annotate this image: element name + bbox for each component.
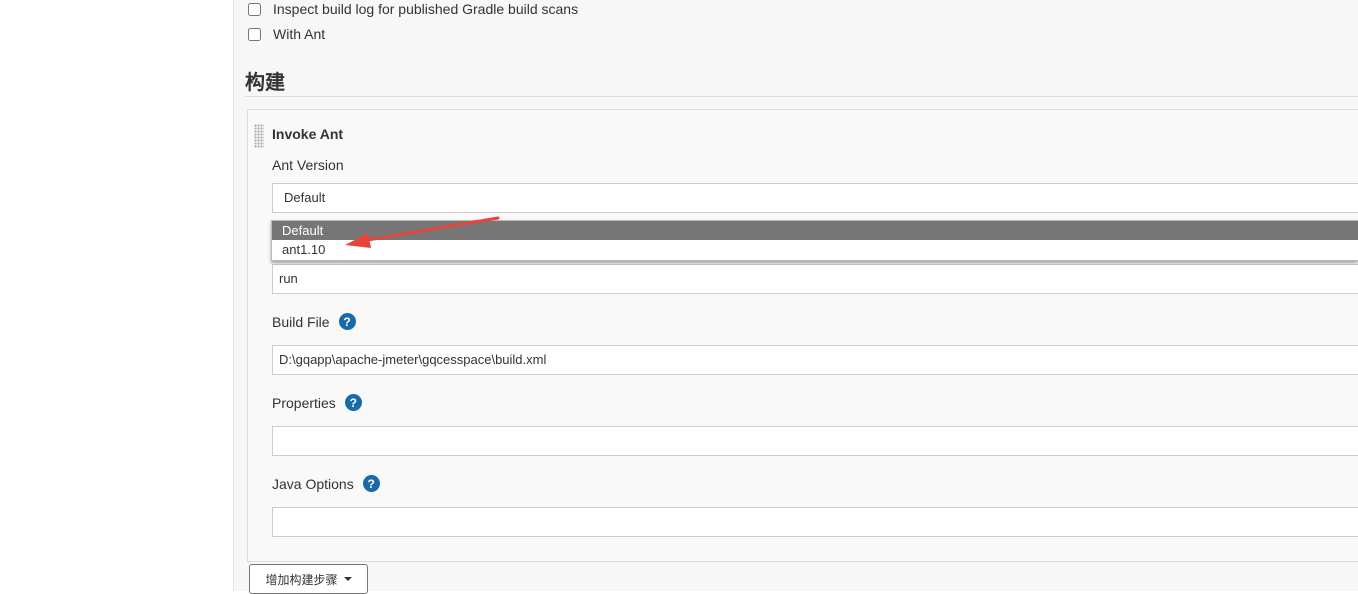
java-options-label-text: Java Options (272, 475, 354, 492)
invoke-ant-step: Invoke Ant Ant Version Default run Build… (247, 109, 1358, 562)
java-options-label: Java Options ? (272, 475, 380, 492)
inspect-gradle-label: Inspect build log for published Gradle b… (273, 1, 579, 17)
ant-version-label-text: Ant Version (272, 157, 344, 173)
add-build-step-button[interactable]: 增加构建步骤 (249, 564, 368, 594)
dropdown-option-default[interactable]: Default (272, 221, 1358, 240)
ant-version-select[interactable]: Default (272, 183, 1358, 213)
ant-version-label: Ant Version (272, 157, 344, 173)
build-file-input[interactable]: D:\gqapp\apache-jmeter\gqcesspace\build.… (272, 345, 1358, 375)
help-icon[interactable]: ? (362, 475, 380, 492)
targets-input[interactable]: run (272, 264, 1358, 294)
properties-label: Properties ? (272, 394, 362, 411)
dropdown-option-ant110[interactable]: ant1.10 (272, 240, 1358, 259)
help-icon[interactable]: ? (338, 313, 356, 330)
chevron-down-icon (343, 577, 352, 581)
with-ant-checkbox[interactable] (248, 27, 261, 41)
build-file-label-text: Build File (272, 313, 330, 330)
left-blank-area (0, 0, 233, 591)
with-ant-label: With Ant (273, 26, 326, 42)
with-ant-option[interactable]: With Ant (248, 26, 325, 42)
step-title: Invoke Ant (272, 126, 344, 142)
ant-version-dropdown: Default ant1.10 (271, 220, 1358, 261)
config-content: Inspect build log for published Gradle b… (233, 0, 1358, 594)
inspect-gradle-option[interactable]: Inspect build log for published Gradle b… (248, 1, 578, 17)
help-icon[interactable]: ? (344, 394, 362, 411)
drag-handle-icon[interactable] (254, 124, 264, 148)
inspect-gradle-checkbox[interactable] (248, 2, 261, 16)
java-options-input[interactable] (272, 507, 1358, 537)
add-build-step-label: 增加构建步骤 (265, 572, 338, 587)
section-title: 构建 (245, 66, 1358, 97)
properties-input[interactable] (272, 426, 1358, 456)
build-file-label: Build File ? (272, 313, 356, 330)
properties-label-text: Properties (272, 394, 336, 411)
